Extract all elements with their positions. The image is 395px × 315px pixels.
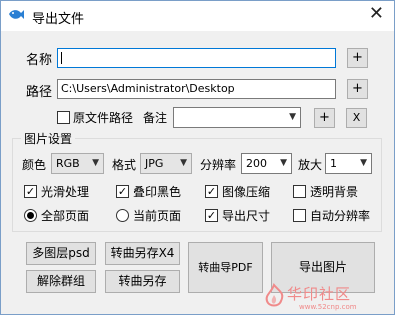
export-size-label: 导出尺寸	[222, 209, 271, 223]
note-label: 备注	[143, 111, 168, 125]
add-path-button[interactable]: +	[347, 79, 368, 99]
chevron-down-icon: ▼	[180, 158, 187, 168]
orig-path-label: 原文件路径	[73, 111, 134, 125]
format-label: 格式	[112, 158, 137, 172]
zoom-label: 放大	[298, 158, 323, 172]
image-compress-label: 图像压缩	[222, 185, 271, 199]
fish-app-icon	[9, 10, 24, 19]
chevron-down-icon: ▼	[280, 158, 287, 168]
path-label: 路径	[26, 85, 53, 100]
overprint-black-label: 叠印黑色	[133, 185, 182, 199]
current-page-label: 当前页面	[133, 209, 182, 223]
name-label: 名称	[26, 53, 53, 68]
chevron-down-icon: ▼	[360, 158, 367, 168]
dpi-select[interactable]: 200 ▼	[241, 153, 292, 174]
zoom-select-value: 1	[330, 157, 337, 170]
window-title: 导出文件	[32, 12, 85, 27]
watermark-url: www.52cnp.com	[299, 303, 357, 311]
note-combobox[interactable]: ▼	[173, 107, 301, 128]
format-select[interactable]: JPG ▼	[140, 153, 192, 174]
name-input[interactable]	[57, 48, 336, 68]
text-caret	[61, 52, 62, 64]
chevron-down-icon: ▼	[92, 158, 99, 168]
all-pages-radio[interactable]	[24, 209, 37, 222]
current-page-radio[interactable]	[116, 209, 129, 222]
dpi-select-value: 200	[246, 157, 267, 170]
add-name-button[interactable]: +	[347, 48, 368, 68]
color-label: 颜色	[22, 158, 47, 172]
watermark-text: 华印社区	[287, 285, 352, 303]
transparent-bg-label: 透明背景	[310, 185, 359, 199]
curve-pdf-button[interactable]: 转曲导PDF	[188, 242, 263, 293]
zoom-select[interactable]: 1 ▼	[325, 153, 372, 174]
color-select[interactable]: RGB ▼	[51, 153, 104, 174]
orig-path-checkbox[interactable]	[57, 111, 70, 124]
image-compress-checkbox[interactable]: ✓	[205, 185, 218, 198]
format-select-value: JPG	[145, 157, 164, 170]
title-bar: 导出文件 ✕	[1, 1, 394, 31]
curve-save-x4-button[interactable]: 转曲另存X4	[105, 242, 180, 265]
all-pages-label: 全部页面	[41, 209, 90, 223]
export-size-checkbox[interactable]: ✓	[205, 209, 218, 222]
chevron-down-icon: ▼	[289, 112, 296, 122]
overprint-black-checkbox[interactable]: ✓	[116, 185, 129, 198]
path-input[interactable]: C:\Users\Administrator\Desktop	[57, 79, 336, 99]
smooth-checkbox[interactable]: ✓	[24, 185, 37, 198]
add-note-button[interactable]: +	[314, 108, 335, 128]
auto-dpi-label: 自动分辨率	[310, 209, 371, 223]
transparent-bg-checkbox[interactable]	[293, 185, 306, 198]
smooth-label: 光滑处理	[41, 185, 90, 199]
ungroup-button[interactable]: 解除群组	[26, 270, 96, 293]
color-select-value: RGB	[56, 157, 80, 170]
export-file-dialog: 导出文件 ✕ 名称 + 路径 C:\Users\Administrator\De…	[0, 0, 395, 315]
remove-note-button[interactable]: X	[346, 108, 367, 128]
image-settings-title: 图片设置	[21, 130, 76, 147]
close-button[interactable]: ✕	[369, 4, 384, 24]
flame-logo-icon	[265, 283, 284, 307]
auto-dpi-checkbox[interactable]	[293, 209, 306, 222]
curve-save-button[interactable]: 转曲另存	[105, 270, 180, 293]
multi-layer-psd-button[interactable]: 多图层psd	[26, 242, 96, 265]
dpi-label: 分辨率	[200, 158, 237, 172]
site-watermark: 华印社区 www.52cnp.com	[259, 283, 389, 313]
